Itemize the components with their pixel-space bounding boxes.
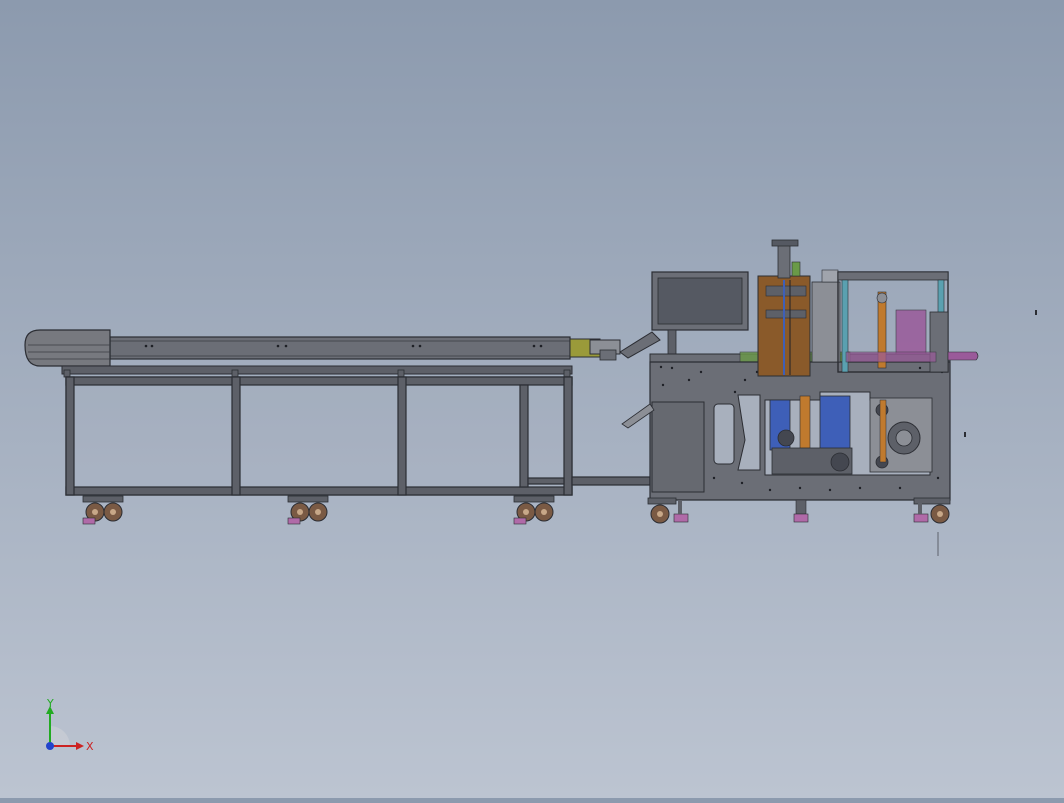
conveyor-assembly[interactable] (24, 329, 661, 525)
x-axis-label: X (86, 740, 94, 753)
conveyor-casters (82, 495, 555, 525)
machine-casters (647, 497, 951, 524)
coordinate-triad-icon: Y X (46, 698, 94, 753)
conveyor-end-roller (24, 329, 111, 367)
electrical-cabinet-door[interactable] (651, 401, 705, 493)
conveyor-frame (65, 376, 651, 496)
graphics-viewport[interactable] (0, 0, 1064, 798)
y-axis-label: Y (46, 698, 54, 710)
hmi-screen[interactable] (651, 271, 749, 359)
machine-model[interactable] (0, 0, 1064, 798)
z-axis-dot (46, 742, 54, 750)
main-machine[interactable] (621, 239, 979, 556)
